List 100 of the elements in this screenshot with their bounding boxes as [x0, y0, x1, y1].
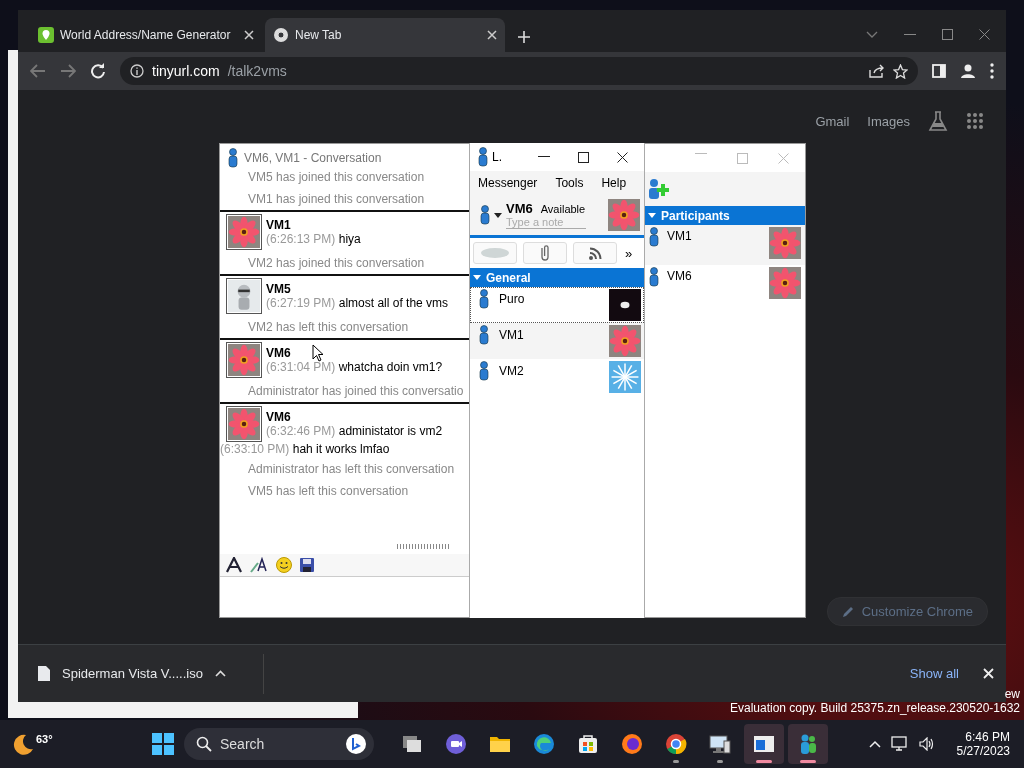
network-icon[interactable]	[890, 736, 909, 752]
person-icon	[479, 361, 489, 381]
forward-arrow-icon[interactable]	[60, 64, 76, 78]
add-person-icon[interactable]	[647, 178, 669, 200]
top-link[interactable]: Images	[867, 113, 910, 129]
browser-tab[interactable]: New Tab	[265, 18, 505, 52]
paperclip-icon	[541, 245, 549, 261]
menu-icon[interactable]	[990, 63, 994, 79]
close-icon[interactable]	[617, 151, 628, 163]
back-arrow-icon[interactable]	[30, 64, 46, 78]
pencil-icon	[841, 605, 854, 618]
apps-grid-icon[interactable]	[966, 112, 984, 130]
smiley-icon[interactable]	[276, 557, 292, 573]
chat-message: (6:27:19 PM) almost all of the vms	[266, 296, 449, 310]
menu-item[interactable]: Tools	[555, 176, 584, 190]
search-icon	[196, 736, 212, 752]
file-icon	[38, 666, 50, 681]
new-tab-icon[interactable]	[517, 30, 531, 44]
status-person-icon	[480, 205, 490, 225]
store-icon	[577, 733, 599, 755]
flower-avatar	[609, 325, 641, 357]
person-icon	[479, 289, 489, 309]
cloud-icon	[481, 248, 509, 258]
sender-name: VM1	[266, 218, 291, 232]
toolbar-button[interactable]	[573, 242, 617, 264]
taskbar-app-button[interactable]	[744, 724, 784, 764]
map-pin-icon	[38, 27, 54, 43]
person-icon	[649, 227, 659, 247]
chat-message: (6:32:46 PM) administator is vm2	[266, 424, 443, 438]
maximize-icon[interactable]	[578, 151, 589, 163]
top-link[interactable]: Gmail	[815, 113, 850, 129]
sender-name: VM6	[266, 346, 291, 360]
flask-icon[interactable]	[928, 110, 948, 132]
person-icon	[479, 325, 489, 345]
system-message: VM1 has joined this conversation	[247, 191, 426, 208]
menu-item[interactable]: Messenger	[478, 176, 538, 190]
chevron-down-icon[interactable]	[866, 30, 878, 39]
url-path: /talk2vms	[227, 63, 287, 79]
caret-icon[interactable]	[494, 212, 502, 218]
splitter-grip-icon	[397, 544, 451, 549]
mouse-cursor-icon	[312, 344, 324, 362]
flower-avatar	[769, 227, 801, 259]
url-host: tinyurl.com	[152, 63, 220, 79]
window-title: L.	[492, 150, 502, 164]
computer-icon	[709, 733, 731, 755]
profile-icon[interactable]	[960, 63, 976, 79]
font-color-icon[interactable]	[250, 557, 268, 573]
flower-avatar	[226, 342, 262, 378]
search-field[interactable]: Search	[184, 728, 374, 760]
chat-message: (6:31:04 PM) whatcha doin vm1?	[266, 360, 443, 374]
system-message: Administrator has joined this conversatio	[247, 383, 465, 400]
system-message: Administrator has left this conversation	[247, 461, 456, 478]
side-panel-icon[interactable]	[932, 64, 946, 78]
flower-avatar	[608, 199, 640, 231]
show-all-link[interactable]: Show all	[909, 666, 959, 681]
participant-row[interactable]: VM1	[645, 225, 805, 265]
temperature: 63°	[36, 733, 53, 745]
clock[interactable]: 6:46 PM 5/27/2023	[956, 730, 1010, 758]
windmill-avatar	[609, 361, 641, 393]
start-icon[interactable]	[152, 733, 174, 755]
browser-tab[interactable]: World Address/Name Generator	[30, 18, 262, 52]
minimize-icon[interactable]	[538, 156, 550, 158]
save-icon[interactable]	[300, 558, 314, 572]
chat-icon	[445, 733, 467, 755]
sender-name: VM6	[266, 410, 291, 424]
user-name: VM6	[506, 201, 533, 216]
address-bar[interactable]: tinyurl.com /talk2vms	[120, 57, 918, 85]
participants-header[interactable]: Participants	[645, 206, 805, 225]
moon-icon[interactable]	[12, 733, 34, 755]
menu-item[interactable]: Help	[601, 176, 627, 190]
caret-up-icon[interactable]	[214, 670, 226, 677]
rss-icon	[588, 246, 602, 260]
chat-message: (6:26:13 PM) hiya	[266, 232, 361, 246]
desktop-notice: Evaluation copy. Build 25375.zn_release.230520-1632	[730, 701, 1020, 715]
system-message: VM2 has joined this conversation	[247, 255, 426, 272]
group-header[interactable]: General	[470, 268, 644, 287]
note-field[interactable]: Type a note	[506, 216, 586, 229]
font-icon[interactable]	[226, 557, 242, 573]
toolbar-button[interactable]	[523, 242, 567, 264]
desktop-notice: ew	[1004, 687, 1020, 701]
star-icon[interactable]	[893, 63, 908, 79]
more-tools-button[interactable]: »	[625, 245, 633, 261]
participant-row[interactable]: VM6	[645, 265, 805, 305]
system-message: VM5 has joined this conversation	[247, 172, 426, 186]
chevron-up-icon[interactable]	[868, 740, 881, 748]
status-label[interactable]: Available	[540, 203, 586, 215]
system-message: VM2 has left this conversation	[247, 319, 410, 336]
download-file-name[interactable]: Spiderman Vista V.....iso	[62, 666, 203, 681]
person-icon	[649, 267, 659, 287]
chat-message: (6:33:10 PM) hah it works lmfao	[220, 442, 391, 456]
contact-row[interactable]: VM1	[470, 323, 644, 359]
sender-name: VM5	[266, 282, 291, 296]
share-icon[interactable]	[869, 64, 885, 78]
info-icon	[130, 64, 144, 78]
reload-icon[interactable]	[90, 63, 106, 79]
contact-row[interactable]: VM2	[470, 359, 644, 395]
volume-icon[interactable]	[918, 737, 935, 751]
task-view-icon	[401, 733, 423, 755]
messenger-icon	[228, 148, 238, 168]
window-title: VM6, VM1 - Conversation	[244, 151, 382, 165]
